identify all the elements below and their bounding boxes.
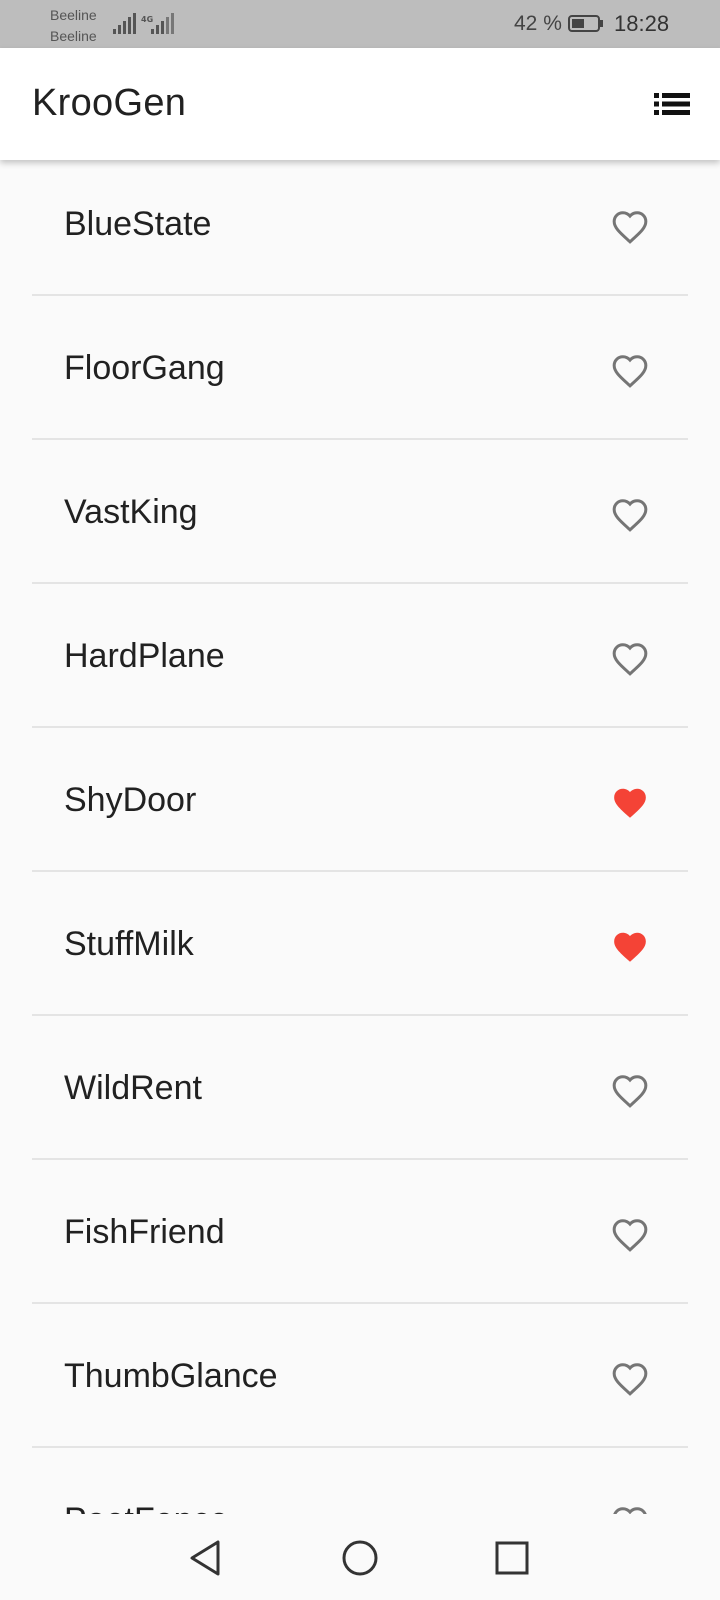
item-label: FloorGang	[64, 349, 225, 387]
network-type: 4G	[141, 15, 153, 24]
heart-filled-icon[interactable]	[609, 928, 651, 966]
heart-outline-icon[interactable]	[609, 496, 651, 534]
list-item[interactable]: FishFriend	[32, 1160, 688, 1304]
carrier-2: Beeline	[50, 28, 97, 44]
list-item[interactable]: VastKing	[32, 440, 688, 584]
heart-filled-icon[interactable]	[609, 784, 651, 822]
list-item[interactable]: ShyDoor	[32, 728, 688, 872]
carrier-1: Beeline	[50, 7, 97, 23]
navigation-bar	[0, 1514, 720, 1600]
heart-outline-icon[interactable]	[609, 208, 651, 246]
item-label: ShyDoor	[64, 781, 197, 819]
heart-outline-icon[interactable]	[609, 1504, 651, 1514]
battery-icon	[568, 15, 603, 32]
list-item[interactable]: FloorGang	[32, 296, 688, 440]
item-label: ThumbGlance	[64, 1357, 278, 1395]
heart-outline-icon[interactable]	[609, 1216, 651, 1254]
app-bar: KrooGen	[0, 48, 720, 160]
item-label: PoetFence	[64, 1501, 228, 1514]
home-circle-icon[interactable]	[338, 1536, 382, 1580]
carrier-names: Beeline Beeline	[50, 5, 97, 47]
back-triangle-icon[interactable]	[184, 1536, 228, 1580]
item-label: HardPlane	[64, 637, 225, 675]
heart-outline-icon[interactable]	[609, 1072, 651, 1110]
list-item[interactable]: StuffMilk	[32, 872, 688, 1016]
heart-outline-icon[interactable]	[609, 352, 651, 390]
list-item[interactable]: HardPlane	[32, 584, 688, 728]
heart-outline-icon[interactable]	[609, 1360, 651, 1398]
heart-outline-icon[interactable]	[609, 640, 651, 678]
item-label: VastKing	[64, 493, 198, 531]
recents-square-icon[interactable]	[490, 1536, 534, 1580]
app-title: KrooGen	[32, 82, 187, 124]
item-label: BlueState	[64, 205, 212, 243]
list-item[interactable]: PoetFence	[32, 1448, 688, 1514]
item-label: FishFriend	[64, 1213, 225, 1251]
item-label: StuffMilk	[64, 925, 194, 963]
signal-strength-icon: 4G	[113, 13, 174, 34]
list-item[interactable]: BlueState	[32, 160, 688, 296]
list-icon[interactable]	[650, 88, 694, 120]
list-item[interactable]: ThumbGlance	[32, 1304, 688, 1448]
battery-percent: 42 %	[514, 12, 562, 35]
status-bar: Beeline Beeline 4G 42 % 18:28	[0, 0, 720, 48]
name-list[interactable]: BlueState FloorGang VastKing HardPlane ShyDo…	[0, 160, 720, 1514]
list-item[interactable]: WildRent	[32, 1016, 688, 1160]
clock: 18:28	[614, 11, 670, 36]
item-label: WildRent	[64, 1069, 202, 1107]
